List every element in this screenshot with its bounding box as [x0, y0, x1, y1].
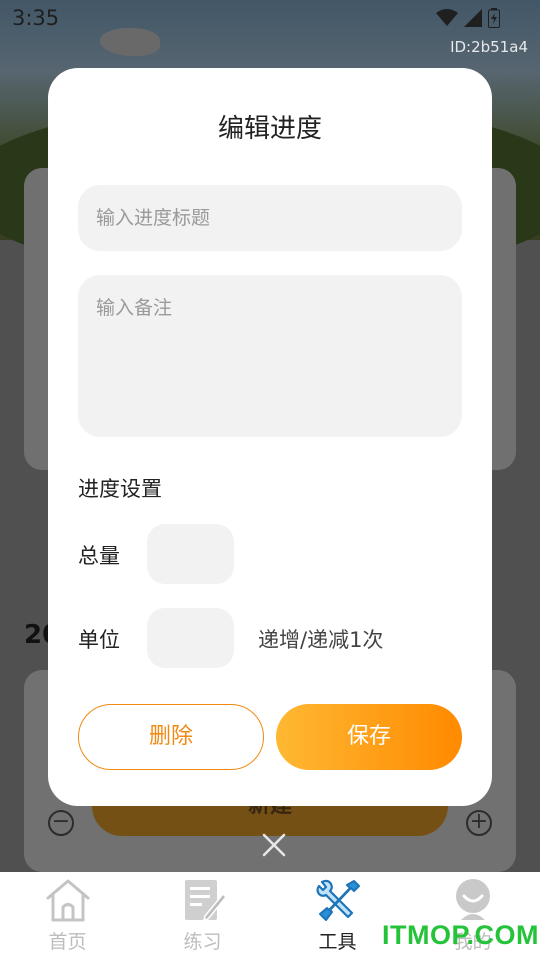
practice-icon [185, 880, 227, 922]
nav-item-practice[interactable]: 练习 [135, 872, 270, 960]
status-time: 3:35 [12, 6, 60, 30]
device-id-text: ID:2b51a4 [450, 38, 528, 56]
nav-label-practice: 练习 [183, 931, 222, 953]
watermark-text: ITMOP.COM [382, 920, 540, 950]
tools-icon [316, 879, 360, 921]
battery-icon [488, 8, 500, 28]
progress-title-input[interactable] [78, 185, 462, 251]
total-input[interactable] [147, 524, 234, 584]
total-label: 总量 [78, 544, 120, 568]
progress-settings-label: 进度设置 [78, 477, 162, 501]
nav-item-home[interactable]: 首页 [0, 872, 135, 960]
status-icons [436, 8, 500, 28]
save-button[interactable]: 保存 [276, 704, 462, 770]
edit-progress-dialog: 编辑进度 进度设置 总量 单位 递增/递减1次 删除 保存 [48, 68, 492, 806]
profile-icon [456, 879, 490, 920]
wifi-icon [436, 9, 458, 26]
delete-button[interactable]: 删除 [78, 704, 264, 770]
step-description: 递增/递减1次 [258, 628, 384, 652]
nav-label-home: 首页 [48, 931, 87, 953]
signal-icon [464, 9, 482, 27]
close-icon[interactable] [257, 828, 291, 862]
note-input[interactable] [78, 275, 462, 437]
home-icon [46, 879, 90, 922]
unit-label: 单位 [78, 628, 120, 652]
unit-input[interactable] [147, 608, 234, 668]
dialog-title: 编辑进度 [217, 114, 322, 144]
